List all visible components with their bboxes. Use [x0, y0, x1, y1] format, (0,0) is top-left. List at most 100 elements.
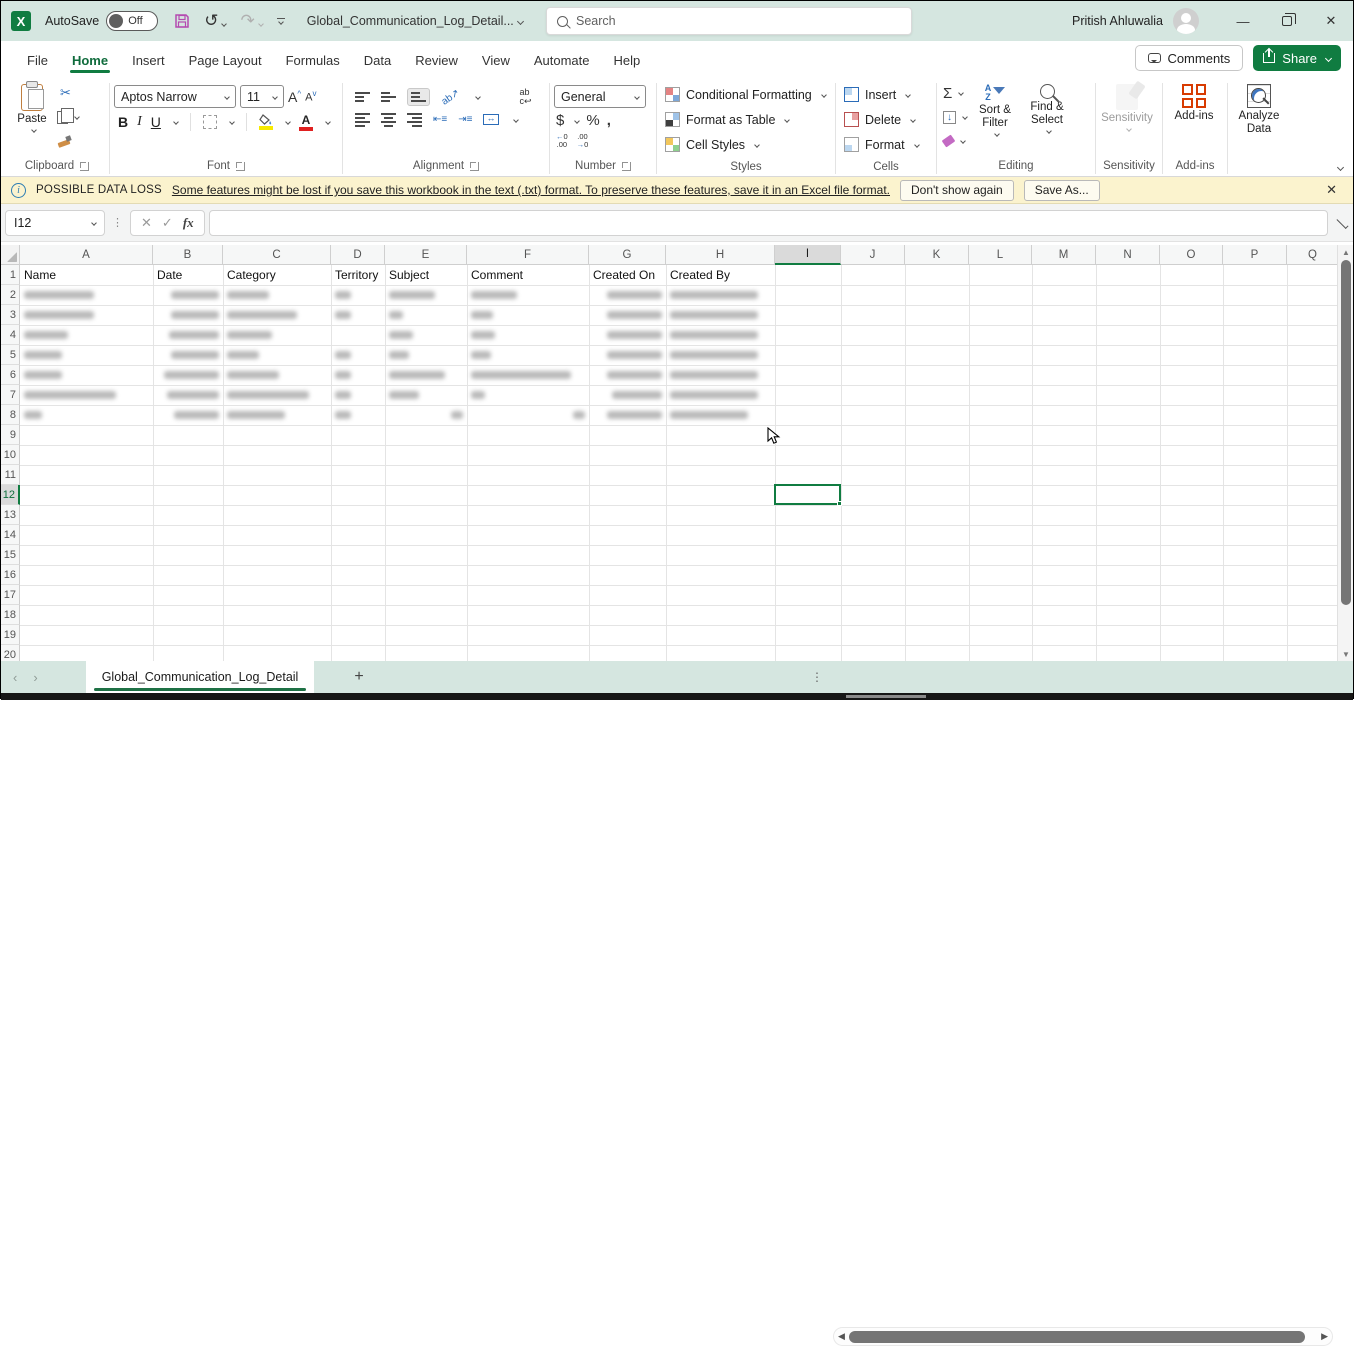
share-button[interactable]: Share — [1253, 45, 1341, 71]
tab-view[interactable]: View — [470, 44, 522, 75]
dont-show-again-button[interactable]: Don't show again — [900, 180, 1014, 201]
row-header-6[interactable]: 6 — [1, 365, 20, 385]
horizontal-scrollbar[interactable]: ◀ ▶ — [833, 1327, 1333, 1346]
warning-close-icon[interactable]: ✕ — [1326, 182, 1343, 198]
increase-decimal-icon[interactable]: ←0.00 — [556, 133, 568, 150]
row-header-13[interactable]: 13 — [1, 505, 20, 525]
decrease-decimal-icon[interactable]: .00→0 — [577, 133, 589, 150]
expand-formula-bar-icon[interactable] — [1336, 216, 1348, 228]
currency-icon[interactable]: $ — [556, 112, 564, 129]
decrease-font-icon[interactable]: Av — [305, 89, 316, 104]
column-header-C[interactable]: C — [223, 245, 331, 265]
cell-G1[interactable]: Created On — [590, 265, 666, 285]
fill-handle[interactable] — [837, 501, 842, 506]
row-header-17[interactable]: 17 — [1, 585, 20, 605]
sort-filter-button[interactable]: AZ Sort & Filter — [969, 81, 1021, 136]
fill-color-icon[interactable] — [259, 114, 273, 130]
sheet-tab-active[interactable]: Global_Communication_Log_Detail — [86, 661, 315, 693]
autosave-toggle[interactable]: Off — [106, 11, 158, 31]
column-header-F[interactable]: F — [467, 245, 589, 265]
autosum-icon[interactable]: Σ — [943, 85, 952, 102]
tab-home[interactable]: Home — [60, 44, 120, 75]
orientation-icon[interactable]: ab↗ — [440, 87, 462, 107]
styles-conditional-formatting-button[interactable]: Conditional Formatting — [661, 82, 830, 107]
redo-button[interactable]: ↷ — [240, 11, 262, 31]
cell-C1[interactable]: Category — [224, 265, 331, 285]
row-header-7[interactable]: 7 — [1, 385, 20, 405]
cell-D1[interactable]: Territory — [332, 265, 385, 285]
selected-cell-I12[interactable] — [774, 484, 841, 505]
wrap-text-icon[interactable]: abc↩ — [520, 88, 532, 106]
find-select-button[interactable]: Find & Select — [1021, 81, 1073, 133]
font-size-select[interactable]: 11 — [240, 85, 284, 108]
new-sheet-button[interactable]: + — [354, 668, 363, 686]
clear-icon[interactable] — [942, 135, 956, 148]
tab-data[interactable]: Data — [352, 44, 403, 75]
percent-icon[interactable]: % — [586, 112, 599, 129]
scroll-down-icon[interactable]: ▼ — [1338, 647, 1354, 661]
number-dialog-launcher[interactable] — [622, 162, 631, 171]
undo-button[interactable]: ↺ — [204, 11, 226, 31]
minimize-button[interactable]: — — [1221, 1, 1265, 41]
row-header-1[interactable]: 1 — [1, 265, 20, 285]
row-header-8[interactable]: 8 — [1, 405, 20, 425]
column-header-P[interactable]: P — [1223, 245, 1287, 265]
horizontal-scrollbar-thumb[interactable] — [849, 1331, 1305, 1343]
scroll-left-icon[interactable]: ◀ — [838, 1331, 845, 1342]
row-header-9[interactable]: 9 — [1, 425, 20, 445]
scroll-right-icon[interactable]: ▶ — [1321, 1331, 1328, 1342]
cancel-icon[interactable]: ✕ — [141, 215, 152, 231]
underline-button[interactable]: U — [151, 114, 161, 130]
row-header-15[interactable]: 15 — [1, 545, 20, 565]
row-header-19[interactable]: 19 — [1, 625, 20, 645]
scroll-up-icon[interactable]: ▲ — [1338, 245, 1354, 259]
borders-icon[interactable] — [203, 115, 217, 129]
row-header-3[interactable]: 3 — [1, 305, 20, 325]
row-header-2[interactable]: 2 — [1, 285, 20, 305]
row-header-14[interactable]: 14 — [1, 525, 20, 545]
middle-align-icon[interactable] — [381, 92, 396, 102]
addins-button[interactable]: Add-ins — [1167, 81, 1221, 123]
cell-H1[interactable]: Created By — [667, 265, 775, 285]
row-header-18[interactable]: 18 — [1, 605, 20, 625]
column-header-I[interactable]: I — [775, 245, 841, 265]
tab-insert[interactable]: Insert — [120, 44, 177, 75]
document-title[interactable]: Global_Communication_Log_Detail... — [307, 14, 523, 28]
number-format-select[interactable]: General — [554, 85, 646, 108]
column-header-H[interactable]: H — [666, 245, 775, 265]
save-icon[interactable] — [174, 13, 190, 29]
tab-file[interactable]: File — [15, 44, 60, 75]
tab-review[interactable]: Review — [403, 44, 470, 75]
column-header-N[interactable]: N — [1096, 245, 1160, 265]
column-header-K[interactable]: K — [905, 245, 969, 265]
warning-message-link[interactable]: Some features might be lost if you save … — [172, 183, 890, 197]
sheet-nav-prev-icon[interactable]: ‹ — [1, 670, 29, 685]
alignment-dialog-launcher[interactable] — [470, 162, 479, 171]
clipboard-dialog-launcher[interactable] — [80, 162, 89, 171]
column-header-B[interactable]: B — [153, 245, 223, 265]
column-header-G[interactable]: G — [589, 245, 666, 265]
column-header-J[interactable]: J — [841, 245, 905, 265]
tab-formulas[interactable]: Formulas — [274, 44, 352, 75]
cell-F1[interactable]: Comment — [468, 265, 589, 285]
cut-icon[interactable]: ✂ — [57, 85, 74, 102]
insert-function-icon[interactable]: fx — [183, 215, 194, 231]
row-header-11[interactable]: 11 — [1, 465, 20, 485]
row-header-12[interactable]: 12 — [1, 485, 20, 505]
cells-insert-button[interactable]: Insert — [840, 82, 914, 107]
tab-page-layout[interactable]: Page Layout — [177, 44, 274, 75]
cell-A1[interactable]: Name — [21, 265, 153, 285]
font-family-select[interactable]: Aptos Narrow — [114, 85, 236, 108]
align-left-icon[interactable] — [355, 113, 370, 127]
align-center-icon[interactable] — [381, 113, 396, 127]
cells-delete-button[interactable]: Delete — [840, 107, 919, 132]
cell-B1[interactable]: Date — [154, 265, 223, 285]
cells-format-button[interactable]: Format — [840, 132, 923, 157]
styles-format-as-table-button[interactable]: Format as Table — [661, 107, 793, 132]
row-header-10[interactable]: 10 — [1, 445, 20, 465]
close-button[interactable]: ✕ — [1309, 1, 1353, 41]
tab-help[interactable]: Help — [602, 44, 653, 75]
save-as-button[interactable]: Save As... — [1024, 180, 1100, 201]
styles-cell-styles-button[interactable]: Cell Styles — [661, 132, 763, 157]
analyze-data-button[interactable]: Analyze Data — [1232, 81, 1286, 136]
